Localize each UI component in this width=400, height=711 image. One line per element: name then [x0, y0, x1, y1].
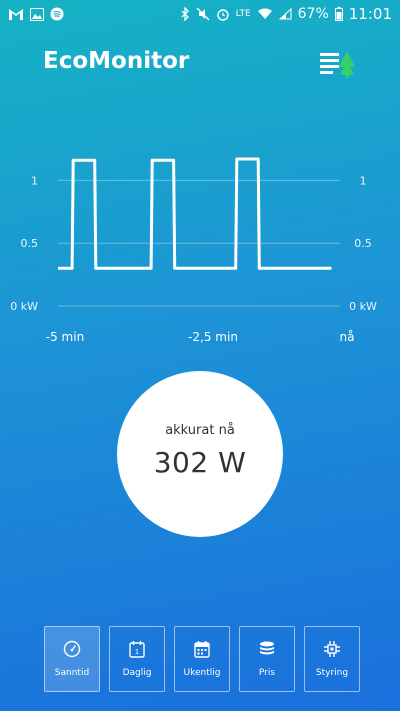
svg-text:1: 1: [135, 648, 139, 656]
nav-styring[interactable]: Styring: [304, 626, 360, 692]
mute-icon: [196, 7, 210, 21]
power-chart: 1 1 0.5 0.5 0 kW 0 kW -5 min -2,5 min nå: [0, 140, 400, 350]
nav-label: Pris: [258, 668, 276, 678]
nav-daglig[interactable]: 1 Daglig: [109, 626, 165, 692]
y-tick-label-right: 0 kW: [349, 300, 377, 313]
y-tick-label-left: 0.5: [21, 237, 39, 250]
gauge-icon: [63, 640, 81, 658]
power-series-line: [58, 157, 332, 270]
circuit-icon: [324, 641, 340, 657]
bluetooth-icon: [181, 7, 190, 21]
calendar-day-icon: 1: [129, 641, 145, 658]
reading-value: 302 W: [153, 446, 247, 479]
calendar-week-icon: [194, 641, 210, 658]
y-tick-label-right: 0.5: [354, 237, 372, 250]
bottom-nav: Sanntid 1 Daglig Ukentlig Pris Styring: [44, 626, 360, 692]
y-tick-label-left: 0 kW: [10, 300, 38, 313]
menu-tree-icon: [320, 51, 355, 78]
nav-sanntid[interactable]: Sanntid: [44, 626, 100, 692]
reading-label: akkurat nå: [165, 423, 235, 438]
y-tick-label-right: 1: [360, 174, 367, 187]
y-tick-label-left: 1: [31, 174, 38, 187]
app-title: EcoMonitor: [43, 48, 190, 74]
x-tick-label: -2,5 min: [188, 330, 238, 344]
nav-ukentlig[interactable]: Ukentlig: [174, 626, 230, 692]
network-label: LTE: [235, 9, 251, 19]
gmail-icon: [8, 8, 24, 21]
image-icon: [30, 7, 44, 21]
nav-label: Sanntid: [54, 668, 90, 678]
wifi-icon: [257, 8, 273, 20]
status-left: [8, 7, 64, 21]
battery-percent: 67%: [297, 6, 329, 22]
clock: 11:01: [348, 5, 392, 23]
alarm-icon: [216, 7, 230, 21]
current-reading: akkurat nå 302 W: [117, 371, 283, 537]
status-bar: LTE 67% 11:01: [0, 0, 400, 28]
spotify-icon: [50, 7, 64, 21]
nav-label: Daglig: [122, 668, 152, 678]
menu-button[interactable]: [318, 49, 358, 79]
nav-label: Ukentlig: [183, 668, 221, 678]
power-chart-svg: 1 1 0.5 0.5 0 kW 0 kW -5 min -2,5 min nå: [10, 157, 377, 344]
nav-pris[interactable]: Pris: [239, 626, 295, 692]
x-tick-label: nå: [340, 330, 355, 344]
coins-icon: [260, 641, 274, 655]
signal-icon: [278, 8, 292, 20]
status-right: LTE 67% 11:01: [181, 5, 392, 23]
nav-label: Styring: [315, 668, 349, 678]
x-tick-label: -5 min: [46, 330, 84, 344]
battery-icon: [334, 7, 343, 21]
